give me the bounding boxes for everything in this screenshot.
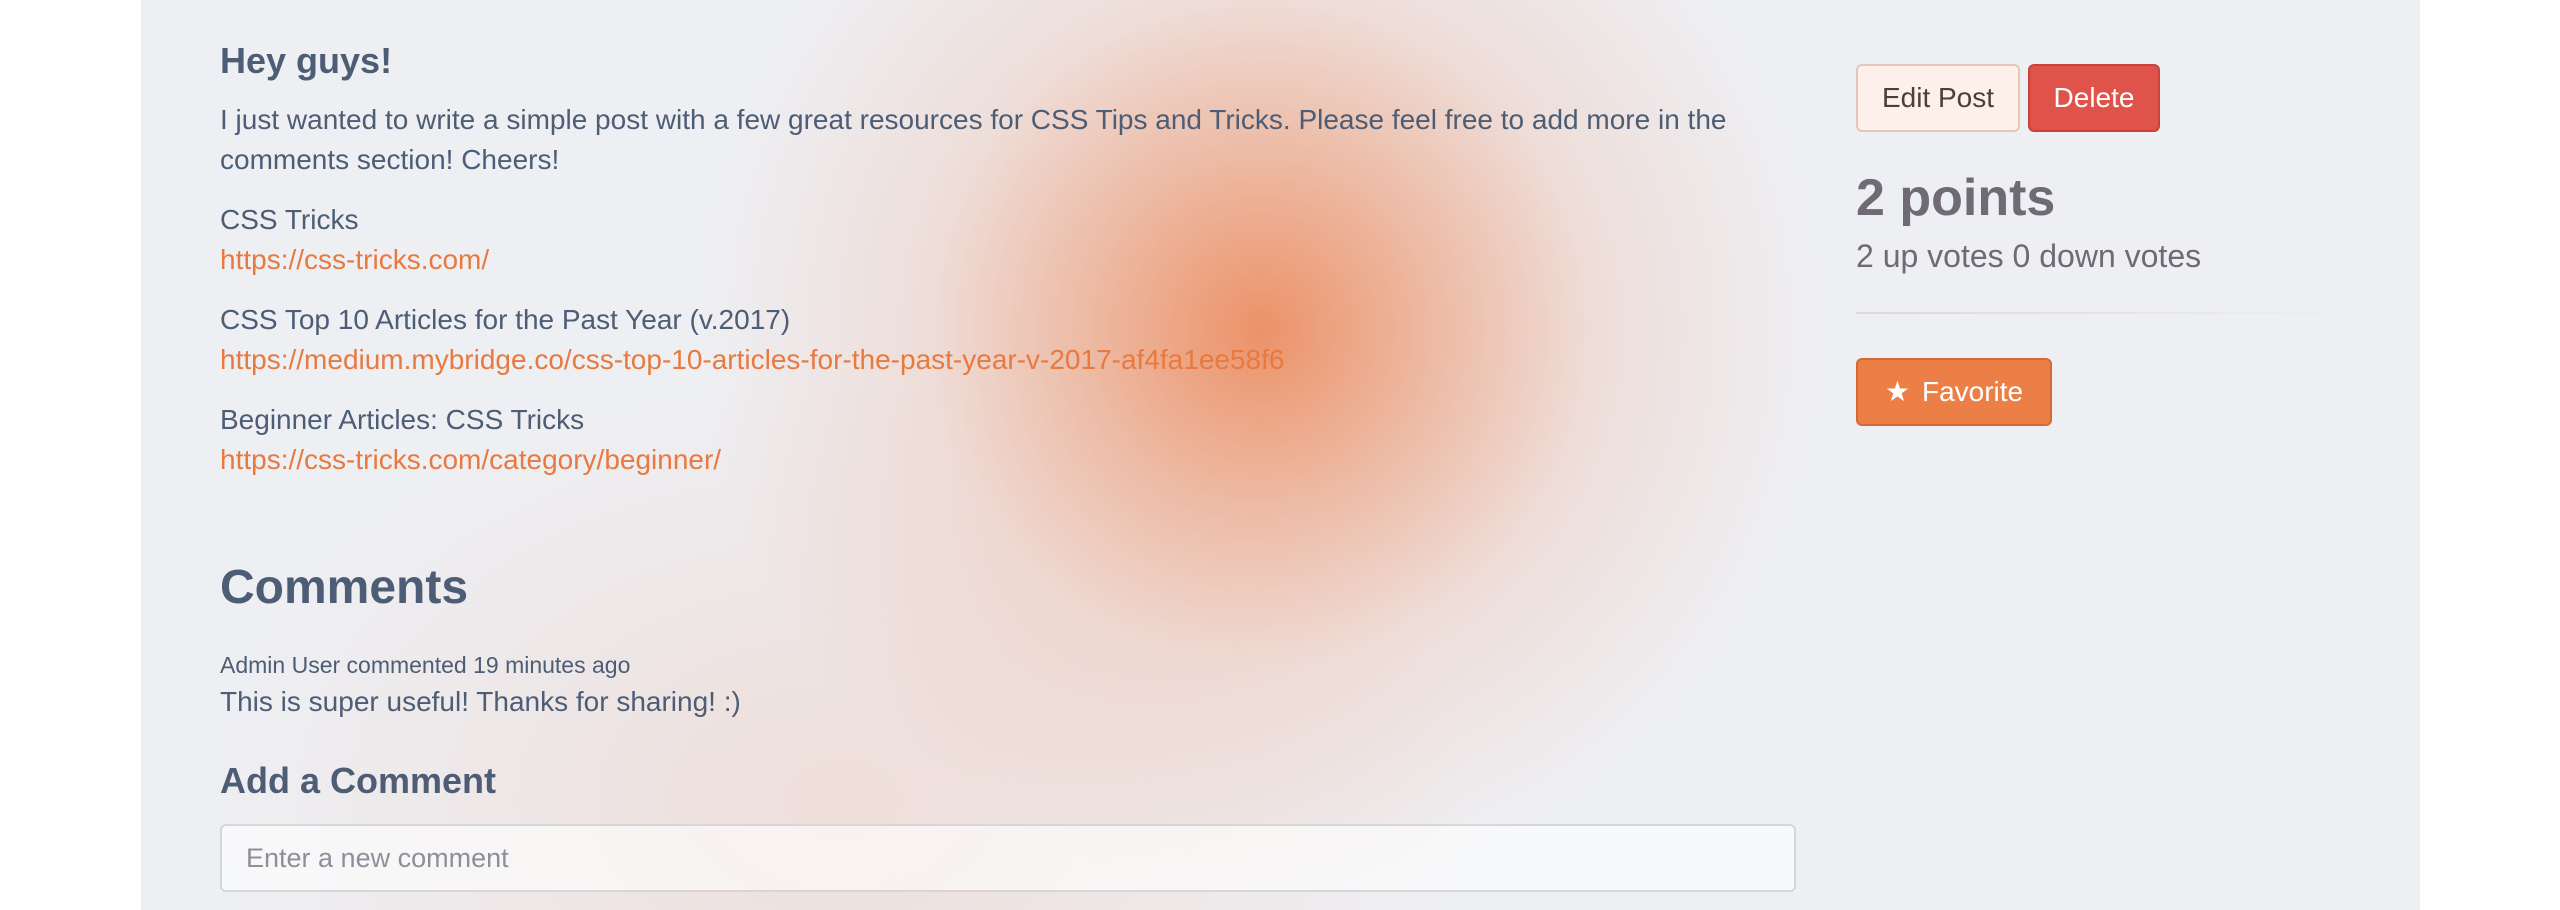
delete-button[interactable]: Delete (2028, 64, 2160, 132)
comment-meta: Admin User commented 19 minutes ago (220, 652, 631, 678)
points-count: 2 points (1856, 169, 2056, 227)
vote-summary: 2 up votes 0 down votes (1856, 238, 2202, 274)
favorite-button[interactable]: ★ Favorite (1856, 358, 2052, 426)
resource-item: CSS Tricks https://css-tricks.com/ (220, 200, 489, 280)
post-title: Hey guys! (220, 40, 393, 81)
resource-item: CSS Top 10 Articles for the Past Year (v… (220, 300, 1284, 380)
comment-input[interactable] (220, 824, 1796, 892)
favorite-label: Favorite (1921, 376, 2024, 407)
edit-post-button[interactable]: Edit Post (1856, 64, 2020, 132)
post-body: I just wanted to write a simple post wit… (220, 104, 1727, 175)
resource-name: CSS Tricks (220, 204, 359, 235)
resource-link[interactable]: https://css-tricks.com/ (220, 240, 489, 280)
comment-text: This is super useful! Thanks for sharing… (220, 686, 741, 717)
resource-item: Beginner Articles: CSS Tricks https://cs… (220, 400, 721, 480)
resource-name: CSS Top 10 Articles for the Past Year (v… (220, 304, 791, 335)
page-background: Hey guys! I just wanted to write a simpl… (141, 0, 2420, 910)
resource-link[interactable]: https://medium.mybridge.co/css-top-10-ar… (220, 340, 1284, 380)
resource-name: Beginner Articles: CSS Tricks (220, 404, 585, 435)
divider (1856, 312, 2356, 314)
comments-heading: Comments (220, 561, 469, 614)
resource-link[interactable]: https://css-tricks.com/category/beginner… (220, 440, 721, 480)
star-icon: ★ (1884, 376, 1910, 407)
add-comment-heading: Add a Comment (220, 760, 497, 801)
